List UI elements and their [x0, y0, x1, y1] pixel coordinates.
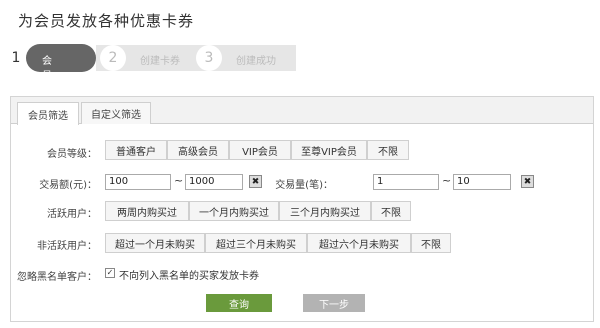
count-min-input[interactable]: 1 — [373, 174, 439, 190]
tab-bar: 会员筛选 自定义筛选 — [11, 97, 593, 125]
page-title: 为会员发放各种优惠卡券 — [18, 12, 195, 30]
count-label: 交易量(笔)： — [275, 180, 333, 191]
amount-min-input[interactable]: 100 — [105, 174, 171, 190]
level-option-vip[interactable]: VIP会员 — [229, 140, 291, 160]
blacklist-label: 忽略黑名单客户： — [17, 272, 97, 283]
tab-member-filter[interactable]: 会员筛选 — [17, 102, 79, 125]
step-1-pill — [26, 44, 96, 72]
step-2-number: 2 — [100, 45, 126, 71]
tab-custom-filter[interactable]: 自定义筛选 — [81, 102, 151, 124]
inactive-option-any[interactable]: 不限 — [411, 233, 451, 253]
blacklist-checkbox[interactable]: ✓ — [105, 268, 115, 278]
count-max-input[interactable]: 10 — [453, 174, 511, 190]
active-option-3months[interactable]: 三个月内购买过 — [279, 201, 371, 221]
amount-label: 交易额(元)： — [39, 180, 97, 191]
level-option-any[interactable]: 不限 — [367, 140, 409, 160]
level-label: 会员等级： — [47, 149, 97, 160]
count-clear-icon[interactable]: ✖ — [521, 175, 534, 188]
active-option-1month[interactable]: 一个月内购买过 — [189, 201, 279, 221]
inactive-option-1month[interactable]: 超过一个月未购买 — [105, 233, 205, 253]
filter-panel: 会员筛选 自定义筛选 会员等级： 普通客户 高级会员 VIP会员 至尊VIP会员… — [10, 96, 594, 322]
level-option-normal[interactable]: 普通客户 — [105, 140, 167, 160]
count-range-sep: ~ — [442, 174, 452, 187]
inactive-option-3months[interactable]: 超过三个月未购买 — [205, 233, 307, 253]
step-1-number: 1 — [11, 50, 21, 66]
active-label: 活跃用户： — [47, 209, 97, 220]
step-3-number: 3 — [196, 45, 222, 71]
inactive-option-6months[interactable]: 超过六个月未购买 — [307, 233, 411, 253]
stepper: 1 会员筛选 2 创建卡券 3 创建成功 — [0, 44, 296, 112]
inactive-label: 非活跃用户： — [37, 241, 97, 252]
blacklist-checkbox-label: 不向列入黑名单的买家发放卡券 — [119, 271, 259, 282]
next-step-button[interactable]: 下一步 — [303, 294, 365, 312]
level-option-supreme-vip[interactable]: 至尊VIP会员 — [291, 140, 367, 160]
search-button[interactable]: 查询 — [206, 294, 272, 312]
active-option-2weeks[interactable]: 两周内购买过 — [105, 201, 189, 221]
active-option-any[interactable]: 不限 — [371, 201, 411, 221]
step-3-label: 创建成功 — [236, 56, 276, 67]
step-2-label: 创建卡券 — [140, 56, 180, 67]
level-option-senior[interactable]: 高级会员 — [167, 140, 229, 160]
amount-range-sep: ~ — [174, 174, 184, 187]
amount-max-input[interactable]: 1000 — [185, 174, 243, 190]
